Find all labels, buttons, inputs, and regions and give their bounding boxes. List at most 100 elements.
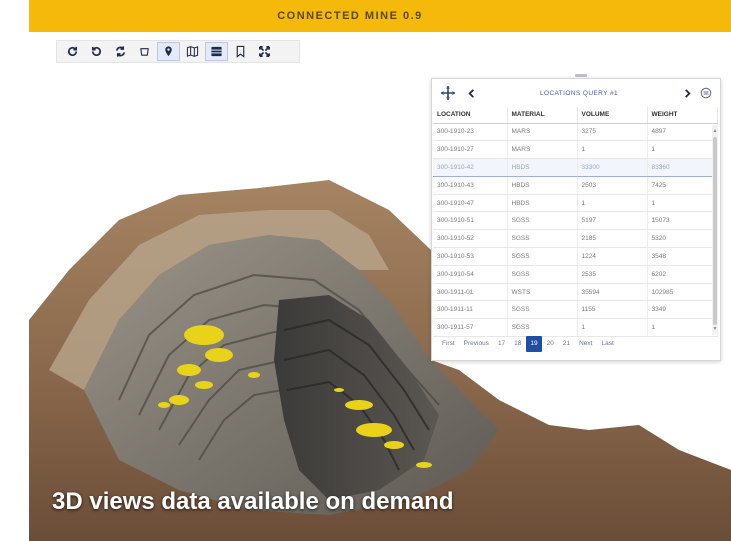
panel-drag-tab[interactable] xyxy=(575,74,587,77)
table-cell: 300-1910-51 xyxy=(433,211,508,231)
refresh-button[interactable] xyxy=(61,42,84,61)
table-cell: 300-1910-42 xyxy=(433,158,508,177)
table-row[interactable]: 300-1910-23 MARS 3275 4897 xyxy=(433,123,718,142)
pager-20-button[interactable]: 20 xyxy=(543,336,558,352)
table-row[interactable]: 300-1911-11 SGSS 1155 3349 xyxy=(433,300,718,320)
table-cell: 1 xyxy=(577,194,648,213)
pager-21-button[interactable]: 21 xyxy=(559,336,574,352)
pager-previous-button[interactable]: Previous xyxy=(460,336,493,352)
table-cell: 3275 xyxy=(577,123,648,142)
map-pin-icon xyxy=(165,46,172,57)
scrollbar-thumb[interactable] xyxy=(713,137,717,325)
scroll-up-arrow[interactable]: ▲ xyxy=(712,128,718,134)
pager-18-button[interactable]: 18 xyxy=(510,336,525,352)
map-button[interactable] xyxy=(181,42,204,61)
left-margin xyxy=(0,0,29,541)
chevron-left-icon xyxy=(467,88,474,98)
map-pin-button[interactable] xyxy=(157,42,180,61)
column-header[interactable]: WEIGHT xyxy=(647,107,718,124)
pager-17-button[interactable]: 17 xyxy=(494,336,509,352)
table-cell: 300-1910-27 xyxy=(433,140,508,160)
table-row[interactable]: 300-1910-43 HBDS 2503 7425 xyxy=(433,176,718,195)
table-cell: 3548 xyxy=(647,247,718,266)
move-icon[interactable] xyxy=(440,85,456,101)
table-cell: 4897 xyxy=(647,123,718,142)
table-cell: MARS xyxy=(507,140,578,160)
table-cell: 3349 xyxy=(647,300,718,320)
undo-button[interactable] xyxy=(85,42,108,61)
table-cell: 1 xyxy=(577,140,648,160)
table-cell: 7425 xyxy=(647,176,718,195)
table-cell: 1 xyxy=(647,318,718,338)
chevron-right-icon xyxy=(684,88,691,98)
table-header-row: LOCATION MATERIAL VOLUME WEIGHT xyxy=(433,107,718,124)
pagination: First Previous 17 18 19 20 21 Next Last xyxy=(438,336,619,352)
table-row[interactable]: 300-1910-42 HBDS 33300 83360 xyxy=(433,158,718,177)
table-cell: 300-1910-23 xyxy=(433,123,508,142)
results-table: LOCATION MATERIAL VOLUME WEIGHT 300-1910… xyxy=(433,107,718,338)
table-row[interactable]: 300-1910-52 SGSS 2185 5320 xyxy=(433,229,718,249)
table-row[interactable]: 300-1911-57 SGSS 1 1 xyxy=(433,318,718,338)
table-cell: 5197 xyxy=(577,211,648,231)
table-row[interactable]: 300-1911-01 WSTS 35594 102985 xyxy=(433,283,718,302)
table-cell: 5320 xyxy=(647,229,718,249)
undo-icon xyxy=(91,46,101,56)
table-row[interactable]: 300-1910-47 HBDS 1 1 xyxy=(433,194,718,213)
table-cell: SGSS xyxy=(507,265,578,284)
table-cell: 300-1910-52 xyxy=(433,229,508,249)
table-cell: 2185 xyxy=(577,229,648,249)
table-cell: 1 xyxy=(647,140,718,160)
bookmark-button[interactable] xyxy=(229,42,252,61)
map-toolbar xyxy=(56,40,300,63)
table-cell: 2503 xyxy=(577,176,648,195)
refresh-icon xyxy=(68,46,78,56)
shape-button[interactable] xyxy=(133,42,156,61)
table-cell: WSTS xyxy=(507,283,578,302)
app-title: CONNECTED MINE 0.9 xyxy=(277,10,423,22)
scroll-down-arrow[interactable]: ▼ xyxy=(712,326,718,332)
table-cell: HBDS xyxy=(507,194,578,213)
shape-icon xyxy=(140,48,149,56)
previous-query-button[interactable] xyxy=(464,86,478,100)
locations-query-panel: LOCATIONS QUERY #1 LOCATION MATERIAL VOL… xyxy=(431,78,721,361)
fullscreen-button[interactable] xyxy=(253,42,276,61)
table-row[interactable]: 300-1910-27 MARS 1 1 xyxy=(433,140,718,160)
app-window: CONNECTED MINE 0.9 3D views data availab… xyxy=(0,0,731,541)
pager-19-button[interactable]: 19 xyxy=(526,336,542,352)
table-cell: 102985 xyxy=(647,283,718,302)
table-cell: 300-1911-11 xyxy=(433,300,508,320)
next-query-button[interactable] xyxy=(680,86,694,100)
table-cell: 300-1911-01 xyxy=(433,283,508,302)
table-cell: 6202 xyxy=(647,265,718,284)
table-cell: 35594 xyxy=(577,283,648,302)
table-cell: MARS xyxy=(507,123,578,142)
table-cell: 300-1910-47 xyxy=(433,194,508,213)
column-header[interactable]: VOLUME xyxy=(577,107,648,124)
table-button[interactable] xyxy=(205,42,228,61)
table-cell: SGSS xyxy=(507,247,578,266)
table-cell: 300-1910-43 xyxy=(433,176,508,195)
table-cell: SGSS xyxy=(507,318,578,338)
pager-first-button[interactable]: First xyxy=(438,336,459,352)
table-cell: 83360 xyxy=(647,158,718,177)
table-cell: 300-1910-53 xyxy=(433,247,508,266)
panel-title: LOCATIONS QUERY #1 xyxy=(539,89,618,97)
pager-next-button[interactable]: Next xyxy=(575,336,596,352)
bookmark-icon xyxy=(236,45,245,58)
table-cell: 2535 xyxy=(577,265,648,284)
table-cell: 300-1910-54 xyxy=(433,265,508,284)
map-icon xyxy=(186,46,199,57)
panel-header: LOCATIONS QUERY #1 xyxy=(432,79,720,107)
column-header[interactable]: LOCATION xyxy=(433,107,508,124)
table-cell: 300-1911-57 xyxy=(433,318,508,338)
pager-last-button[interactable]: Last xyxy=(597,336,617,352)
table-row[interactable]: 300-1910-51 SGSS 5197 15073 xyxy=(433,211,718,231)
column-header[interactable]: MATERIAL xyxy=(507,107,578,124)
sync-button[interactable] xyxy=(109,42,132,61)
table-row[interactable]: 300-1910-54 SGSS 2535 6202 xyxy=(433,265,718,284)
collapse-panel-icon[interactable] xyxy=(700,87,712,99)
fullscreen-icon xyxy=(259,46,270,57)
title-bar: CONNECTED MINE 0.9 xyxy=(29,0,731,32)
table-row[interactable]: 300-1910-53 SGSS 1224 3548 xyxy=(433,247,718,266)
overlay-caption: 3D views data available on demand xyxy=(52,488,454,515)
